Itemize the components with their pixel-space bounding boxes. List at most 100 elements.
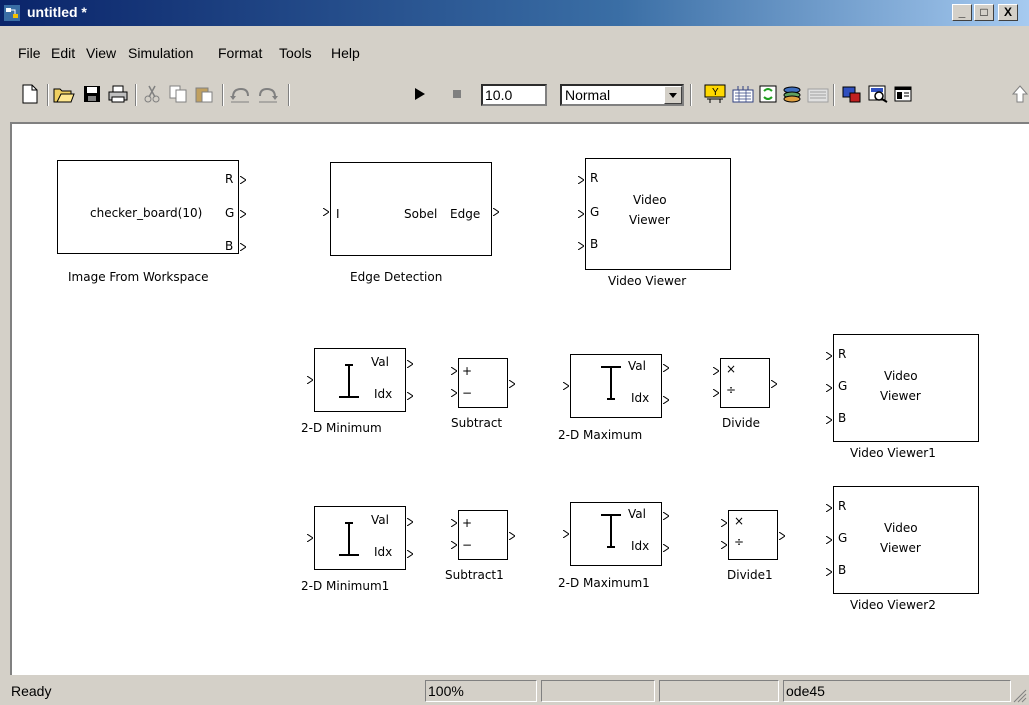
input-port-icon[interactable]	[563, 530, 569, 538]
model-explorer-icon[interactable]	[806, 82, 830, 106]
open-icon[interactable]	[52, 82, 76, 106]
image-from-workspace-block[interactable]: checker_board(10) R G B	[57, 160, 239, 254]
input-port-icon[interactable]	[826, 536, 832, 544]
redo-icon[interactable]	[256, 82, 280, 106]
up-icon[interactable]	[1010, 82, 1029, 106]
input-port-icon[interactable]	[826, 416, 832, 424]
input-port-icon[interactable]	[323, 208, 329, 216]
copy-icon[interactable]	[166, 82, 190, 106]
output-port-icon[interactable]	[240, 176, 246, 184]
divide-block[interactable]: × ÷	[720, 358, 770, 408]
library-browser-icon[interactable]	[780, 82, 804, 106]
block-title-line2: Viewer	[880, 541, 921, 555]
subtract1-block[interactable]: + −	[458, 510, 508, 560]
block-caption: Subtract1	[445, 568, 504, 582]
port-label-r: R	[838, 499, 847, 513]
2d-minimum1-block[interactable]: Val Idx	[314, 506, 406, 570]
input-port-icon[interactable]	[826, 384, 832, 392]
2d-minimum-block[interactable]: Val Idx	[314, 348, 406, 412]
model-advisor-icon[interactable]	[866, 82, 890, 106]
menu-simulation[interactable]: Simulation	[128, 45, 193, 61]
dropdown-arrow-icon[interactable]	[664, 86, 682, 104]
start-simulation-icon[interactable]	[408, 82, 432, 106]
output-port-icon[interactable]	[663, 364, 669, 372]
port-label-val: Val	[628, 359, 646, 373]
video-viewer1-block[interactable]: R G B Video Viewer	[833, 334, 979, 442]
port-label-val: Val	[371, 355, 389, 369]
output-port-icon[interactable]	[663, 512, 669, 520]
video-viewer2-block[interactable]: R G B Video Viewer	[833, 486, 979, 594]
input-port-icon[interactable]	[563, 382, 569, 390]
window-title: untitled *	[27, 4, 87, 20]
output-port-icon[interactable]	[407, 550, 413, 558]
menu-tools[interactable]: Tools	[279, 45, 312, 61]
input-port-icon[interactable]	[307, 376, 313, 384]
input-port-icon[interactable]	[826, 568, 832, 576]
block-title-line2: Viewer	[880, 389, 921, 403]
build-icon[interactable]: Y	[703, 82, 727, 106]
input-port-icon[interactable]	[578, 210, 584, 218]
output-port-icon[interactable]	[663, 396, 669, 404]
output-port-icon[interactable]	[509, 532, 515, 540]
output-port-icon[interactable]	[779, 532, 785, 540]
port-label-b: B	[838, 411, 847, 425]
divide-sign: ÷	[726, 383, 737, 397]
input-port-icon[interactable]	[451, 367, 457, 375]
subtract-block[interactable]: + −	[458, 358, 508, 408]
output-port-icon[interactable]	[407, 392, 413, 400]
output-port-icon[interactable]	[509, 380, 515, 388]
menu-help[interactable]: Help	[331, 45, 360, 61]
output-port-icon[interactable]	[407, 518, 413, 526]
output-port-icon[interactable]	[407, 360, 413, 368]
2d-maximum-block[interactable]: Val Idx	[570, 354, 662, 418]
close-button[interactable]: X	[998, 4, 1018, 21]
properties-icon[interactable]	[891, 82, 915, 106]
input-port-icon[interactable]	[721, 519, 727, 527]
title-bar: untitled * _ □ X	[0, 0, 1029, 26]
port-label-val: Val	[371, 513, 389, 527]
print-icon[interactable]	[106, 82, 130, 106]
input-port-icon[interactable]	[578, 176, 584, 184]
undo-icon[interactable]	[228, 82, 252, 106]
stop-simulation-icon[interactable]	[445, 82, 469, 106]
divide1-block[interactable]: × ÷	[728, 510, 778, 560]
resize-grip-icon[interactable]	[1013, 689, 1027, 703]
refresh-icon[interactable]	[756, 82, 780, 106]
minimize-button[interactable]: _	[952, 4, 972, 21]
output-port-icon[interactable]	[240, 210, 246, 218]
output-port-icon[interactable]	[663, 544, 669, 552]
output-port-icon[interactable]	[493, 208, 499, 216]
menu-view[interactable]: View	[86, 45, 116, 61]
simulation-mode-select[interactable]: Normal	[560, 84, 684, 106]
menu-format[interactable]: Format	[218, 45, 262, 61]
output-port-icon[interactable]	[240, 243, 246, 251]
2d-maximum1-block[interactable]: Val Idx	[570, 502, 662, 566]
stop-time-input[interactable]: 10.0	[481, 84, 547, 106]
update-diagram-icon[interactable]	[731, 82, 755, 106]
input-port-icon[interactable]	[713, 389, 719, 397]
input-port-icon[interactable]	[307, 534, 313, 542]
model-canvas[interactable]: checker_board(10) R G B Image From Works…	[10, 122, 1029, 675]
debugger-icon[interactable]	[840, 82, 864, 106]
input-port-icon[interactable]	[451, 519, 457, 527]
input-port-icon[interactable]	[826, 504, 832, 512]
maximize-button[interactable]: □	[974, 4, 994, 21]
input-port-icon[interactable]	[713, 367, 719, 375]
multiply-sign: ×	[734, 514, 745, 528]
video-viewer-block[interactable]: R G B Video Viewer	[585, 158, 731, 270]
save-icon[interactable]	[80, 82, 104, 106]
input-port-icon[interactable]	[451, 541, 457, 549]
edge-detection-block[interactable]: I Sobel Edge	[330, 162, 492, 256]
input-port-icon[interactable]	[721, 541, 727, 549]
cut-icon[interactable]	[140, 82, 164, 106]
menu-file[interactable]: File	[18, 45, 41, 61]
new-model-icon[interactable]	[18, 82, 42, 106]
input-port-icon[interactable]	[826, 352, 832, 360]
output-port-icon[interactable]	[771, 380, 777, 388]
paste-icon[interactable]	[192, 82, 216, 106]
menu-edit[interactable]: Edit	[51, 45, 75, 61]
input-port-icon[interactable]	[578, 242, 584, 250]
port-label-idx: Idx	[374, 545, 393, 559]
block-caption: Edge Detection	[350, 270, 443, 284]
input-port-icon[interactable]	[451, 389, 457, 397]
